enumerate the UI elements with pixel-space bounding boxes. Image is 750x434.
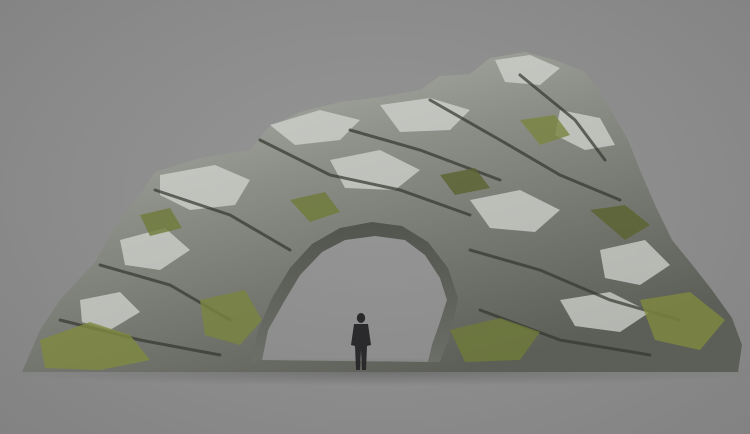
render-viewport (0, 0, 750, 434)
rock-arch-body (22, 52, 742, 372)
rock-arch-illustration (5, 52, 750, 386)
